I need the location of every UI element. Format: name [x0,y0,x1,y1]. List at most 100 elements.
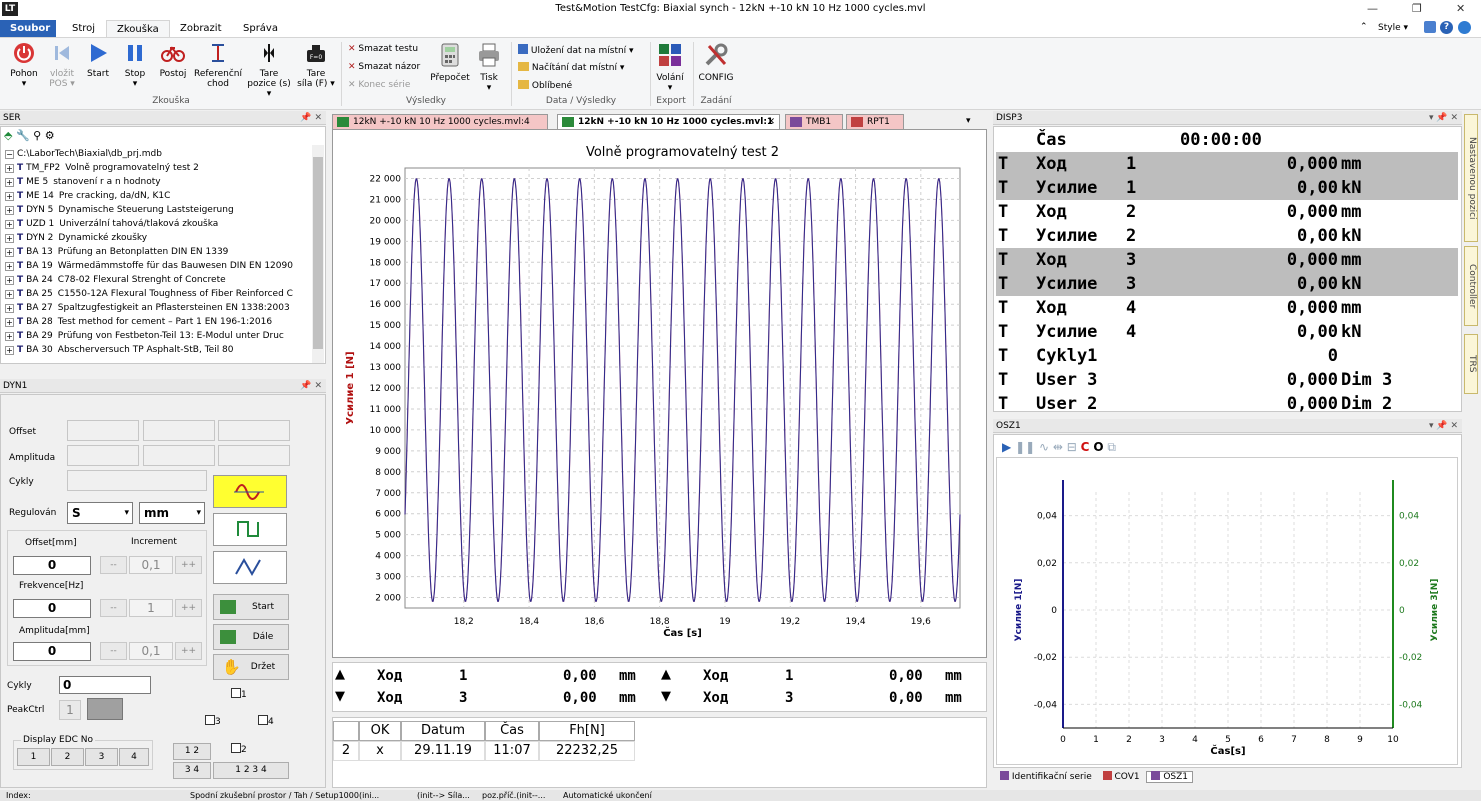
tree-expand-icon[interactable]: ⬘ [4,129,12,142]
edc-12-button[interactable]: 1 2 [173,743,211,760]
tree-row[interactable]: + T BA 28 Test method for cement – Part 1 E… [5,315,320,329]
expand-icon[interactable]: + [5,220,14,229]
customize-icon[interactable] [1424,21,1436,33]
results-header-cell[interactable]: Datum [401,721,485,741]
dyn-dale-button[interactable]: Dále [213,624,289,650]
amp-increment-field[interactable]: 0,1 [129,642,173,660]
results-header-cell[interactable]: Čas [485,721,539,741]
tree-row[interactable]: + T BA 27 Spaltzugfestigkeit an Pflasterste… [5,301,320,315]
tree-row[interactable]: + T BA 29 Prüfung von Festbeton-Teil 13: E-… [5,329,320,343]
cykly-field[interactable] [67,470,207,491]
tree-row[interactable]: + T BA 25 C1550-12A Flexural Toughness of F… [5,287,320,301]
tree-row[interactable]: + T BA 19 Wärmedämmstoffe für das Bauwesen … [5,259,320,273]
expand-icon[interactable]: + [5,304,14,313]
cykly-input[interactable]: 0 [59,676,151,694]
settings-tree-icon[interactable]: ⚙ [45,129,55,142]
pause-icon[interactable]: ❚❚ [1015,440,1035,454]
expand-icon[interactable]: + [5,290,14,299]
globe-icon[interactable] [1458,21,1471,34]
freq-increment-field[interactable]: 1 [129,599,173,617]
regulovan-select[interactable]: S ▾ [67,502,133,524]
tab-osz1[interactable]: OSZ1 [1146,771,1194,783]
monitor-arrow-icon[interactable]: ▲ [661,667,671,682]
offset-field-1[interactable] [67,420,139,441]
tree-row[interactable]: + T UZD 1 Univerzální tahová/tlaková zkoušk… [5,217,320,231]
tree-row[interactable]: + T TM_FP2 Volně programovatelný test 2 [5,161,320,175]
tab-cov1[interactable]: COV1 [1099,771,1144,782]
expand-icon[interactable]: + [5,164,14,173]
tree-row[interactable]: + T DYN 5 Dynamische Steuerung Laststeigeru… [5,203,320,217]
minimize-button[interactable]: — [1367,2,1378,15]
offset-field-2[interactable] [143,420,215,441]
expand-icon[interactable]: + [5,332,14,341]
tree-row[interactable]: + T BA 13 Prüfung an Betonplatten DIN EN 13… [5,245,320,259]
tab-stroj[interactable]: Stroj [62,20,105,38]
tab-zkouska[interactable]: Zkouška [106,20,170,38]
prepocet-button[interactable]: Přepočet [428,42,472,83]
results-header-cell[interactable]: Fh[N] [539,721,635,741]
close-icon[interactable]: ✕ [767,115,775,129]
edc-34-button[interactable]: 3 4 [173,762,211,779]
pin-close-icon[interactable]: 📌 ✕ [300,111,322,125]
volani-button[interactable]: Volání ▾ [652,42,688,93]
offset-field-3[interactable] [218,420,290,441]
freq-decrement-button[interactable]: -- [100,599,127,617]
tree-row[interactable]: + T ME 14 Pre cracking, da/dN, K1C [5,189,320,203]
triangle-mode-button[interactable] [213,551,287,584]
monitor-arrow-icon[interactable]: ▼ [661,689,671,704]
checkbox-2[interactable]: 2 [231,743,247,755]
tree-row[interactable]: + T BA 30 Abscherversuch TP Asphalt-StB, Te… [5,343,320,357]
expand-icon[interactable]: + [5,248,14,257]
frekvence-input[interactable]: 0 [13,599,91,618]
doc-tab-mvl4[interactable]: 12kN +-10 kN 10 Hz 1000 cycles.mvl:4 [332,114,548,129]
tab-zobrazit[interactable]: Zobrazit [170,20,232,38]
play-icon[interactable]: ▶ [1002,440,1011,454]
expand-icon[interactable]: + [5,206,14,215]
tab-sprava[interactable]: Správa [233,20,288,38]
nacitani-dat-button[interactable]: Načítání dat místní ▾ [518,62,624,74]
side-tab-nastavenou[interactable]: Nastavenou pozici [1464,114,1478,242]
smazat-testu-button[interactable]: ✕ Smazat testu [348,44,418,55]
amp-increment-button[interactable]: ++ [175,642,202,660]
tare-force-button[interactable]: F=0 Tare síla (F) ▾ [294,42,338,89]
zoom-icon[interactable]: ⇹ [1053,440,1063,454]
expand-icon[interactable]: + [5,178,14,187]
postoj-button[interactable]: Postoj [154,42,192,79]
tabs-dropdown-icon[interactable]: ▾ [966,116,971,126]
reset-icon[interactable]: O [1093,440,1103,454]
restore-button[interactable]: ❐ [1412,2,1422,15]
edc-4-button[interactable]: 4 [119,748,149,766]
freq-increment-button[interactable]: ++ [175,599,202,617]
expand-icon[interactable]: + [5,346,14,355]
close-button[interactable]: ✕ [1456,2,1465,15]
vlozit-pos-button[interactable]: vložit POS ▾ [44,42,80,89]
dyn-drzet-button[interactable]: ✋ Držet [213,654,289,680]
amplituda-field-3[interactable] [218,445,290,466]
doc-tab-rpt1[interactable]: RPT1 [846,114,904,129]
results-header-cell[interactable]: OK [359,721,401,741]
tab-identifikacni[interactable]: Identifikační serie [996,771,1096,782]
amp-decrement-button[interactable]: -- [100,642,127,660]
offset-increment-field[interactable]: 0,1 [129,556,173,574]
monitor-arrow-icon[interactable]: ▲ [335,667,345,682]
doc-tab-tmb1[interactable]: TMB1 [785,114,843,129]
expand-icon[interactable]: + [5,234,14,243]
edc-1234-button[interactable]: 1 2 3 4 [213,762,289,779]
sine-mode-button[interactable] [213,475,287,508]
results-header-cell[interactable] [333,721,359,741]
edc-1-button[interactable]: 1 [17,748,50,766]
pohon-button[interactable]: Pohon ▾ [4,42,44,89]
peakctrl-value[interactable]: 1 [59,700,81,720]
konec-serie-button[interactable]: ✕ Konec série [348,80,410,91]
amplituda-mm-input[interactable]: 0 [13,642,91,661]
tree-row[interactable]: + T DYN 2 Dynamické zkoušky [5,231,320,245]
search-tree-icon[interactable]: ⚲ [33,129,41,142]
monitor-arrow-icon[interactable]: ▼ [335,689,345,704]
smazat-nazor-button[interactable]: ✕ Smazat názor [348,62,420,73]
tab-soubor[interactable]: Soubor [0,20,56,38]
reference-run-button[interactable]: Referenční chod [192,42,244,89]
start-button[interactable]: Start [80,42,116,79]
doc-tab-mvl1[interactable]: 12kN +-10 kN 10 Hz 1000 cycles.mvl:1 ✕ [557,114,780,129]
checkbox-4[interactable]: 4 [258,715,274,727]
amplituda-field-2[interactable] [143,445,215,466]
